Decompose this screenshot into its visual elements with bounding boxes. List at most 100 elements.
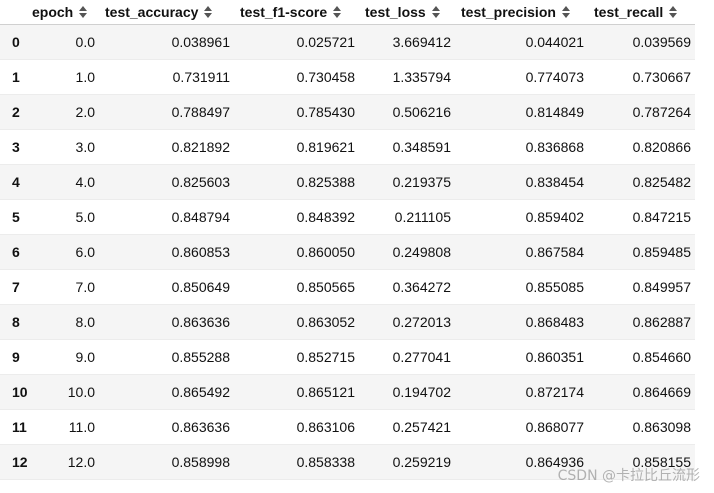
- table-cell: 0.863098: [588, 409, 695, 445]
- row-index: 1: [0, 59, 28, 95]
- table-cell: 0.860351: [455, 339, 588, 375]
- table-cell: 0.038961: [99, 24, 234, 60]
- table-cell: 0.862887: [588, 304, 695, 340]
- column-header-test-accuracy[interactable]: test_accuracy: [99, 0, 234, 25]
- table-cell: 0.865121: [234, 374, 359, 410]
- table-cell: 0.859402: [455, 199, 588, 235]
- sort-both-icon[interactable]: [78, 5, 88, 18]
- dataframe-table: epoch test_accuracy test_f1-score test_loss…: [0, 0, 695, 480]
- column-header-epoch[interactable]: epoch: [28, 0, 99, 25]
- table-cell: 0.774073: [455, 59, 588, 95]
- table-cell: 0.854660: [588, 339, 695, 375]
- table-cell: 0.821892: [99, 129, 234, 165]
- table-cell: 0.259219: [359, 444, 455, 480]
- index-header: [0, 0, 28, 25]
- column-header-test-loss[interactable]: test_loss: [359, 0, 455, 25]
- column-header-content: test_recall: [594, 4, 678, 20]
- table-cell: 0.0: [28, 24, 99, 60]
- row-index: 7: [0, 269, 28, 305]
- column-header-label: test_precision: [461, 3, 556, 20]
- table-cell: 0.864936: [455, 444, 588, 480]
- table-cell: 0.194702: [359, 374, 455, 410]
- table-row: 8 8.0 0.863636 0.863052 0.272013 0.868483 0.86…: [0, 304, 695, 340]
- sort-both-icon[interactable]: [332, 5, 342, 18]
- table-cell: 0.860050: [234, 234, 359, 270]
- table-cell: 0.855288: [99, 339, 234, 375]
- table-cell: 0.850565: [234, 269, 359, 305]
- table-cell: 0.849957: [588, 269, 695, 305]
- table-cell: 0.788497: [99, 94, 234, 130]
- column-header-test-f1-score[interactable]: test_f1-score: [234, 0, 359, 25]
- table-cell: 0.858998: [99, 444, 234, 480]
- table-cell: 1.335794: [359, 59, 455, 95]
- table-cell: 7.0: [28, 269, 99, 305]
- sort-both-icon[interactable]: [431, 5, 441, 18]
- table-cell: 0.863636: [99, 409, 234, 445]
- column-header-label: test_recall: [594, 3, 664, 20]
- table-cell: 0.730667: [588, 59, 695, 95]
- table-cell: 5.0: [28, 199, 99, 235]
- table-cell: 0.825603: [99, 164, 234, 200]
- column-header-content: test_loss: [365, 4, 441, 20]
- column-header-test-precision[interactable]: test_precision: [455, 0, 588, 25]
- table-cell: 0.249808: [359, 234, 455, 270]
- row-index: 11: [0, 409, 28, 445]
- table-cell: 0.838454: [455, 164, 588, 200]
- table-cell: 0.364272: [359, 269, 455, 305]
- table-row: 5 5.0 0.848794 0.848392 0.211105 0.859402 0.84…: [0, 199, 695, 235]
- column-header-label: epoch: [32, 3, 74, 20]
- table-cell: 0.868483: [455, 304, 588, 340]
- table-cell: 0.506216: [359, 94, 455, 130]
- table-cell: 0.730458: [234, 59, 359, 95]
- table-cell: 0.211105: [359, 199, 455, 235]
- table-cell: 6.0: [28, 234, 99, 270]
- column-header-content: test_precision: [461, 4, 571, 20]
- table-cell: 0.865492: [99, 374, 234, 410]
- table-cell: 0.860853: [99, 234, 234, 270]
- table-cell: 0.219375: [359, 164, 455, 200]
- table-cell: 0.836868: [455, 129, 588, 165]
- sort-both-icon[interactable]: [561, 5, 571, 18]
- table-row: 6 6.0 0.860853 0.860050 0.249808 0.867584 0.85…: [0, 234, 695, 270]
- table-cell: 8.0: [28, 304, 99, 340]
- table-cell: 1.0: [28, 59, 99, 95]
- row-index: 4: [0, 164, 28, 200]
- row-index: 12: [0, 444, 28, 480]
- table-cell: 0.864669: [588, 374, 695, 410]
- table-cell: 0.863106: [234, 409, 359, 445]
- table-cell: 0.863052: [234, 304, 359, 340]
- sort-both-icon[interactable]: [668, 5, 678, 18]
- table-cell: 0.814849: [455, 94, 588, 130]
- table-cell: 0.257421: [359, 409, 455, 445]
- table-cell: 0.848794: [99, 199, 234, 235]
- column-header-test-recall[interactable]: test_recall: [588, 0, 695, 25]
- table-row: 12 12.0 0.858998 0.858338 0.259219 0.864936 0.…: [0, 444, 695, 480]
- table-cell: 11.0: [28, 409, 99, 445]
- row-index: 3: [0, 129, 28, 165]
- table-cell: 0.277041: [359, 339, 455, 375]
- table-cell: 0.858155: [588, 444, 695, 480]
- table-cell: 0.039569: [588, 24, 695, 60]
- table-row: 9 9.0 0.855288 0.852715 0.277041 0.860351 0.85…: [0, 339, 695, 375]
- table-cell: 10.0: [28, 374, 99, 410]
- table-cell: 0.867584: [455, 234, 588, 270]
- row-index: 9: [0, 339, 28, 375]
- column-header-content: test_f1-score: [240, 4, 342, 20]
- table-cell: 0.348591: [359, 129, 455, 165]
- table-row: 4 4.0 0.825603 0.825388 0.219375 0.838454 0.82…: [0, 164, 695, 200]
- row-index: 8: [0, 304, 28, 340]
- header-row: epoch test_accuracy test_f1-score test_loss…: [0, 0, 695, 25]
- table-cell: 0.044021: [455, 24, 588, 60]
- table-cell: 0.825388: [234, 164, 359, 200]
- row-index: 0: [0, 24, 28, 60]
- table-cell: 0.859485: [588, 234, 695, 270]
- table-cell: 0.852715: [234, 339, 359, 375]
- table-cell: 2.0: [28, 94, 99, 130]
- sort-both-icon[interactable]: [203, 5, 213, 18]
- table-cell: 0.855085: [455, 269, 588, 305]
- table-cell: 0.858338: [234, 444, 359, 480]
- table-cell: 3.669412: [359, 24, 455, 60]
- column-header-label: test_f1-score: [240, 3, 328, 20]
- table-cell: 0.847215: [588, 199, 695, 235]
- table-cell: 0.025721: [234, 24, 359, 60]
